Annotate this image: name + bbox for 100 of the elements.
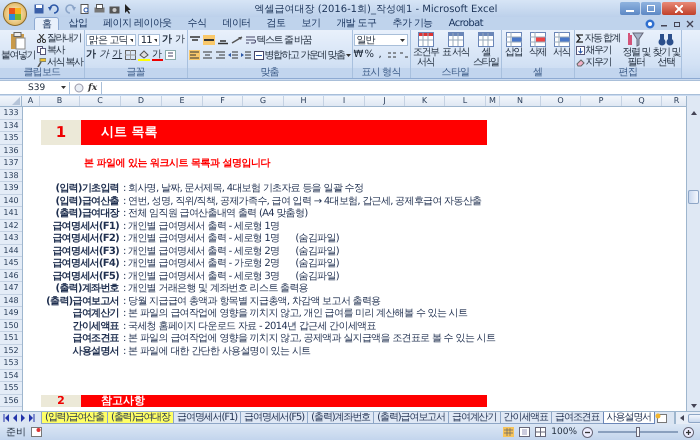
close-button[interactable]: [662, 2, 696, 15]
save-icon[interactable]: [34, 4, 44, 14]
splitter-handle-icon[interactable]: [74, 82, 84, 92]
fill-button[interactable]: 채우기: [576, 44, 620, 56]
zoom-level[interactable]: 100%: [551, 427, 577, 437]
align-right-icon[interactable]: [214, 50, 226, 60]
fill-color-icon[interactable]: [138, 50, 150, 60]
decrease-decimal-icon[interactable]: [398, 50, 409, 60]
increase-indent-icon[interactable]: [240, 50, 252, 60]
previous-sheet-icon[interactable]: [12, 414, 18, 422]
align-middle-icon[interactable]: [202, 35, 215, 45]
last-sheet-icon[interactable]: [28, 414, 35, 422]
border-icon[interactable]: [124, 50, 136, 60]
insert-function-button[interactable]: fx: [88, 82, 98, 92]
style-button[interactable]: 조건부 서식: [412, 32, 440, 68]
cells-icon: [530, 32, 546, 47]
column-header: K: [405, 96, 445, 106]
ribbon-tab[interactable]: 페이지 레이아웃: [96, 17, 179, 30]
minimize-button[interactable]: [620, 2, 640, 15]
cells-button[interactable]: 서식: [550, 32, 573, 58]
ribbon-tab[interactable]: 홈: [34, 17, 60, 30]
zoom-slider[interactable]: [598, 427, 678, 437]
insert-sheet-icon[interactable]: [655, 413, 668, 423]
group-label: 셀: [502, 68, 574, 78]
number-format-button[interactable]: ₩: [354, 49, 363, 61]
sheet-description: : 개인별 급여명세서 출력 - 세로형 1명: [123, 220, 280, 233]
font-style-button[interactable]: 가: [86, 49, 97, 61]
align-left-icon[interactable]: [188, 50, 200, 60]
sheet-tab[interactable]: 급여명세서(F5): [240, 412, 308, 424]
ribbon-tab[interactable]: 개발 도구: [329, 17, 384, 30]
grow-font-button[interactable]: 가: [162, 34, 173, 46]
scrollbar-thumb[interactable]: [688, 190, 699, 204]
undo-icon[interactable]: [48, 4, 60, 14]
zoom-out-icon[interactable]: [582, 426, 593, 438]
ribbon-tab[interactable]: 수식: [180, 17, 214, 30]
name-box[interactable]: S39: [0, 82, 70, 94]
print-preview-icon[interactable]: [80, 4, 90, 14]
sort-filter-button[interactable]: 정렬 및 필터: [622, 32, 650, 68]
phonetic-guide-icon[interactable]: [164, 50, 176, 60]
number-format-field[interactable]: 일반: [354, 34, 408, 46]
sheet-tab[interactable]: 급여명세서(F1): [173, 412, 242, 424]
clear-button[interactable]: 지우기: [576, 56, 620, 68]
ribbon-tab[interactable]: 데이터: [215, 17, 258, 30]
cells-button[interactable]: 삭제: [526, 32, 549, 58]
number-format-button[interactable]: %: [364, 49, 374, 61]
zoom-slider-thumb[interactable]: [636, 427, 640, 437]
ribbon-tab[interactable]: 삽입: [61, 17, 94, 30]
cut-button[interactable]: 잘라내기: [37, 32, 83, 44]
ribbon-tab[interactable]: 검토: [260, 17, 292, 30]
ribbon-tab[interactable]: 보기: [294, 17, 328, 30]
row-header: 151: [0, 332, 22, 344]
row-header: 150: [0, 320, 22, 332]
sheet-tab[interactable]: (출력)급여보고서: [373, 412, 450, 424]
camera-icon[interactable]: [109, 4, 120, 14]
vertical-scrollbar[interactable]: [686, 96, 700, 411]
increase-decimal-icon[interactable]: [386, 50, 397, 60]
zoom-in-icon[interactable]: [683, 426, 694, 438]
format-painter-button[interactable]: 서식 복사: [37, 56, 83, 68]
font-name-field[interactable]: 맑은 고딕: [86, 34, 136, 46]
sheet-tab[interactable]: 사용설명서: [602, 412, 656, 424]
autosum-button[interactable]: 자동 합계: [576, 32, 620, 44]
wrap-text-button[interactable]: 텍스트 줄 바꿈: [246, 34, 312, 46]
sheet-tab[interactable]: 급여조견표: [551, 412, 604, 424]
sheet-tab[interactable]: (출력)급여대장: [107, 412, 174, 424]
first-sheet-icon[interactable]: [3, 414, 10, 422]
style-button[interactable]: 표 서식: [442, 32, 470, 58]
sheet-tab[interactable]: (입력)급여산출: [41, 412, 108, 424]
font-style-button[interactable]: 가: [98, 49, 110, 61]
normal-view-icon[interactable]: [503, 427, 514, 437]
restore-icon[interactable]: [673, 20, 681, 28]
font-color-button[interactable]: 가: [152, 49, 163, 61]
ribbon-tab[interactable]: Acrobat: [442, 17, 490, 30]
merge-center-button[interactable]: 병합하고 가운데 맞춤: [254, 49, 351, 61]
sheet-tab[interactable]: 간이세액표: [500, 412, 552, 424]
next-sheet-icon[interactable]: [20, 414, 26, 422]
sheet-tab[interactable]: (출력)계좌번호: [307, 412, 374, 424]
sheet-name: 간이세액표: [71, 320, 119, 333]
print-icon[interactable]: [94, 4, 105, 14]
number-format-button[interactable]: ,: [376, 49, 385, 61]
close-icon[interactable]: [686, 20, 694, 28]
style-button[interactable]: 셀 스타일: [472, 32, 500, 68]
page-layout-icon[interactable]: [519, 427, 530, 437]
office-button[interactable]: [3, 2, 27, 26]
pointer-icon[interactable]: [124, 4, 132, 14]
sheet-tab[interactable]: 급여계산기: [448, 412, 501, 424]
macro-record-icon[interactable]: [31, 427, 42, 437]
font-size-field[interactable]: 11: [138, 34, 160, 46]
font-style-button[interactable]: 가: [112, 49, 123, 61]
ribbon-tab[interactable]: 추가 기능: [385, 17, 440, 30]
decrease-indent-icon[interactable]: [228, 50, 239, 60]
maximize-button[interactable]: [641, 2, 661, 15]
page-break-icon[interactable]: [535, 427, 546, 437]
copy-button[interactable]: 복사: [37, 44, 83, 56]
help-icon[interactable]: [645, 18, 655, 28]
cells-button[interactable]: 삽입: [502, 32, 525, 58]
align-center-icon[interactable]: [202, 50, 213, 60]
find-select-button[interactable]: 찾기 및 선택: [652, 32, 680, 68]
text-orientation-icon[interactable]: [230, 35, 244, 45]
shrink-font-button[interactable]: 가: [174, 34, 186, 46]
paste-button[interactable]: 붙여넣기: [1, 32, 35, 61]
